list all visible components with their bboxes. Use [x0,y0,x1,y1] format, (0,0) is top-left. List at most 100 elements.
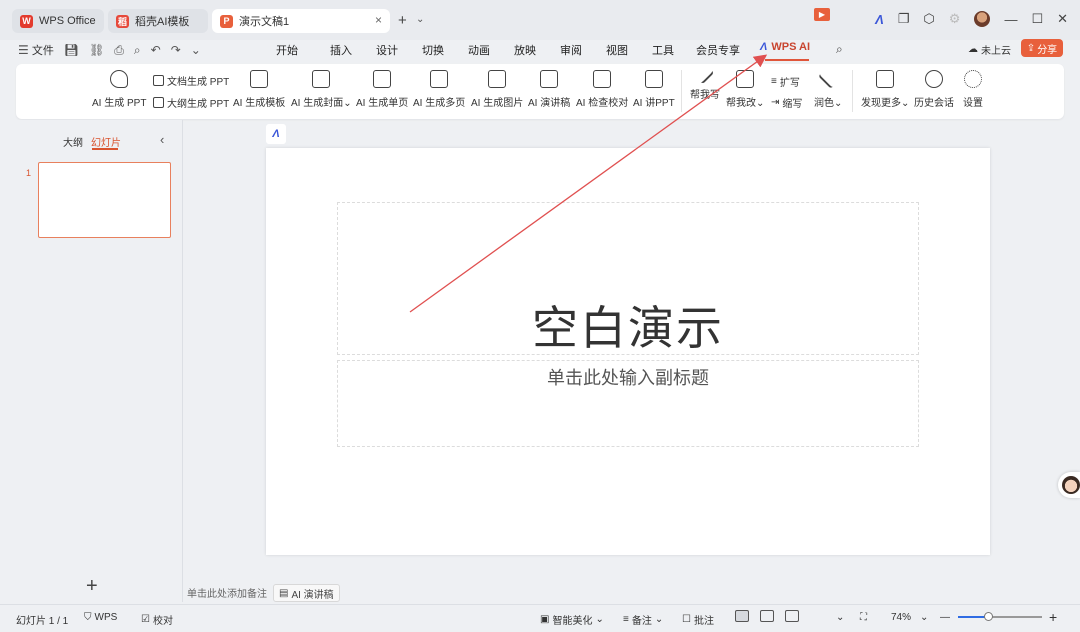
print-icon[interactable]: ⎙ [114,43,124,58]
user-avatar[interactable] [974,11,991,27]
reading-view-button[interactable] [785,610,799,622]
collapse-panel-icon[interactable]: ‹ [160,132,164,147]
notes-placeholder[interactable]: 单击此处添加备注 [187,585,267,600]
maximize-icon[interactable]: ☐ [1031,11,1043,27]
polish-button[interactable]: 润色⌄ [814,69,842,109]
multi-window-icon[interactable]: ❐ [898,11,910,27]
ai-generate-cover-button[interactable]: AI 生成封面⌄ [291,70,352,109]
share-label: 分享 [1037,44,1058,56]
zoom-slider-handle[interactable] [984,612,993,621]
ai-check-button[interactable]: AI 检查校对 [576,70,628,109]
zoom-out-button[interactable]: — [940,612,950,623]
ai-generate-image-button[interactable]: AI 生成图片 [471,70,523,109]
help-edit-button[interactable]: 帮我改⌄ [726,70,764,109]
tab-view[interactable]: 视图 [606,42,652,58]
ai-generate-template-button[interactable]: AI 生成模板 [233,70,285,109]
slideshow-dropdown[interactable]: ⌄ [836,612,844,623]
tab-wps-office[interactable]: W WPS Office [12,9,104,33]
beautify-icon: ▣ [540,614,550,625]
outline-generate-ppt-button[interactable]: 大纲生成 PPT [153,95,229,110]
wps-ai-canvas-icon[interactable]: Λ [266,124,286,144]
slide-thumbnail[interactable] [38,162,171,238]
slide-title[interactable]: 空白演示 [337,292,919,358]
add-slide-button[interactable]: + [86,575,98,598]
ai-generate-ppt-button[interactable]: AI 生成 PPT [92,70,146,109]
tab-slides[interactable]: 幻灯片 [91,134,121,149]
settings-icon[interactable]: ⚙ [949,11,961,27]
tab-daoke-ai-template[interactable]: 稻 稻壳AI模板 [108,9,208,33]
cube-icon[interactable]: ⬡ [923,11,934,27]
single-page-icon [373,70,392,88]
proofread-button[interactable]: ☑ 校对 [141,612,173,627]
doc-generate-ppt-button[interactable]: 文档生成 PPT [153,73,229,88]
expand-icon: ≡ [771,76,777,87]
more-chevron-icon[interactable]: ⌄ [191,43,201,57]
slide-counter: 幻灯片 1 / 1 [16,616,69,627]
comments-button[interactable]: ☐ 批注 [682,612,714,627]
file-label: 文件 [31,45,54,57]
tab-animation[interactable]: 动画 [468,42,514,58]
link-icon[interactable]: ⛓︎ [89,43,104,57]
ai-single-label: AI 生成单页 [356,98,409,109]
cloud-status-button[interactable]: ☁ 未上云 [968,42,1011,57]
notes-button[interactable]: ≡ 备注 ⌄ [623,612,663,627]
shrink-button[interactable]: ⇥ 缩写 [771,95,802,110]
outline-generate-ppt-label: 大纲生成 PPT [167,99,230,110]
slide-sorter-view-button[interactable] [760,610,774,622]
zoom-in-button[interactable]: + [1049,609,1057,625]
tab-label: 演示文稿1 [239,16,290,28]
ai-generate-multi-page-button[interactable]: AI 生成多页 [413,70,465,109]
assistant-avatar[interactable] [1058,472,1080,498]
tab-presentation-1[interactable]: P 演示文稿1 × [212,9,390,33]
zoom-dropdown-icon[interactable]: ⌄ [920,612,928,623]
theme-button[interactable]: ⛉ WPS [84,612,117,623]
ai-speech-notes-button[interactable]: ▤ AI 演讲稿 [273,584,340,602]
notes-label: 备注 [631,616,652,627]
ribbon-divider [852,70,853,112]
ai-talk-ppt-button[interactable]: AI 讲PPT [633,70,675,109]
minimize-icon[interactable]: — [1004,12,1017,27]
side-toolbar[interactable] [1068,402,1080,464]
help-write-button[interactable]: 帮我写 [690,65,720,101]
new-tab-button[interactable]: + [398,12,407,29]
close-tab-icon[interactable]: × [375,13,382,27]
tab-home[interactable]: 开始 [276,42,330,58]
active-tab-indicator [92,148,118,150]
expand-button[interactable]: ≡ 扩写 [771,74,800,89]
zoom-level[interactable]: 74% [891,612,911,623]
save-icon[interactable]: 💾︎ [64,43,79,57]
play-slideshow-button[interactable]: ▶ [814,8,830,21]
tab-review[interactable]: 审阅 [560,42,606,58]
tab-outline[interactable]: 大纲 [63,134,83,149]
discover-more-button[interactable]: 发现更多⌄ [861,70,909,109]
print-preview-icon[interactable]: ⌕ [134,43,141,58]
tab-design[interactable]: 设计 [376,42,422,58]
magic-wand-icon [695,65,715,85]
tab-wps-ai[interactable]: Λ WPS AI [760,41,810,53]
ai-generate-single-page-button[interactable]: AI 生成单页 [356,70,408,109]
close-window-icon[interactable]: ✕ [1057,11,1068,27]
ai-speech-button[interactable]: AI 演讲稿 [528,70,570,109]
normal-view-button[interactable] [735,610,749,622]
ribbon-divider [681,70,682,112]
fit-window-icon[interactable]: ⛶ [860,612,867,623]
file-menu-button[interactable]: ☰ 文件 [18,42,54,58]
tab-transition[interactable]: 切换 [422,42,468,58]
undo-icon[interactable]: ↶ [151,43,161,57]
settings-button[interactable]: 设置 [963,70,983,109]
notes-icon: ≡ [623,614,629,625]
share-button[interactable]: ⇪ 分享 [1021,39,1063,57]
smart-beautify-button[interactable]: ▣ 智能美化 ⌄ [540,612,604,627]
tab-slideshow[interactable]: 放映 [514,42,560,58]
chevron-down-icon[interactable]: ⌄ [416,14,424,25]
redo-icon[interactable]: ↷ [171,43,181,57]
tab-tools[interactable]: 工具 [652,42,696,58]
tab-member[interactable]: 会员专享 [696,42,756,58]
tab-insert[interactable]: 插入 [330,42,376,58]
cover-icon [312,70,331,88]
slide-subtitle[interactable]: 单击此处输入副标题 [337,364,919,390]
search-icon[interactable]: ⌕ [836,42,843,57]
wps-ai-icon[interactable]: Λ [875,12,884,27]
ai-ppt-label: AI 生成 PPT [92,98,147,109]
history-button[interactable]: 历史会话 [914,70,954,109]
